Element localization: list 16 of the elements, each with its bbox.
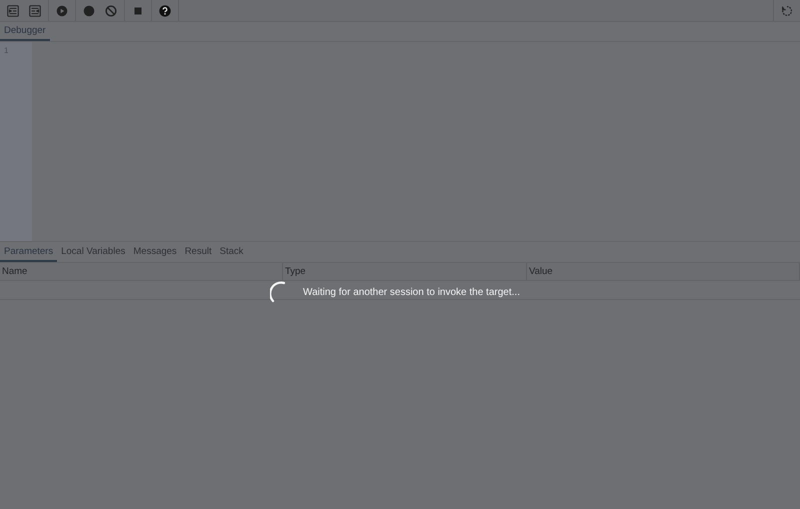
prohibited-icon <box>104 4 118 18</box>
play-circle-icon <box>55 4 69 18</box>
tab[interactable]: Stack <box>216 242 248 262</box>
indent-left-icon <box>28 4 42 18</box>
loading-spinner-icon <box>270 281 286 303</box>
tab[interactable]: Local Variables <box>57 242 130 262</box>
help-icon <box>158 4 172 18</box>
indent-right-icon <box>6 4 20 18</box>
column-header[interactable]: Value <box>527 263 800 280</box>
tab[interactable]: Result <box>180 242 216 262</box>
loading-message: Waiting for another session to invoke the target... <box>303 286 520 298</box>
restart-icon <box>780 4 794 18</box>
filled-circle-icon <box>82 4 96 18</box>
column-header[interactable]: Type <box>283 263 527 280</box>
column-header[interactable]: Name <box>0 263 283 280</box>
tab[interactable]: Messages <box>129 242 181 262</box>
